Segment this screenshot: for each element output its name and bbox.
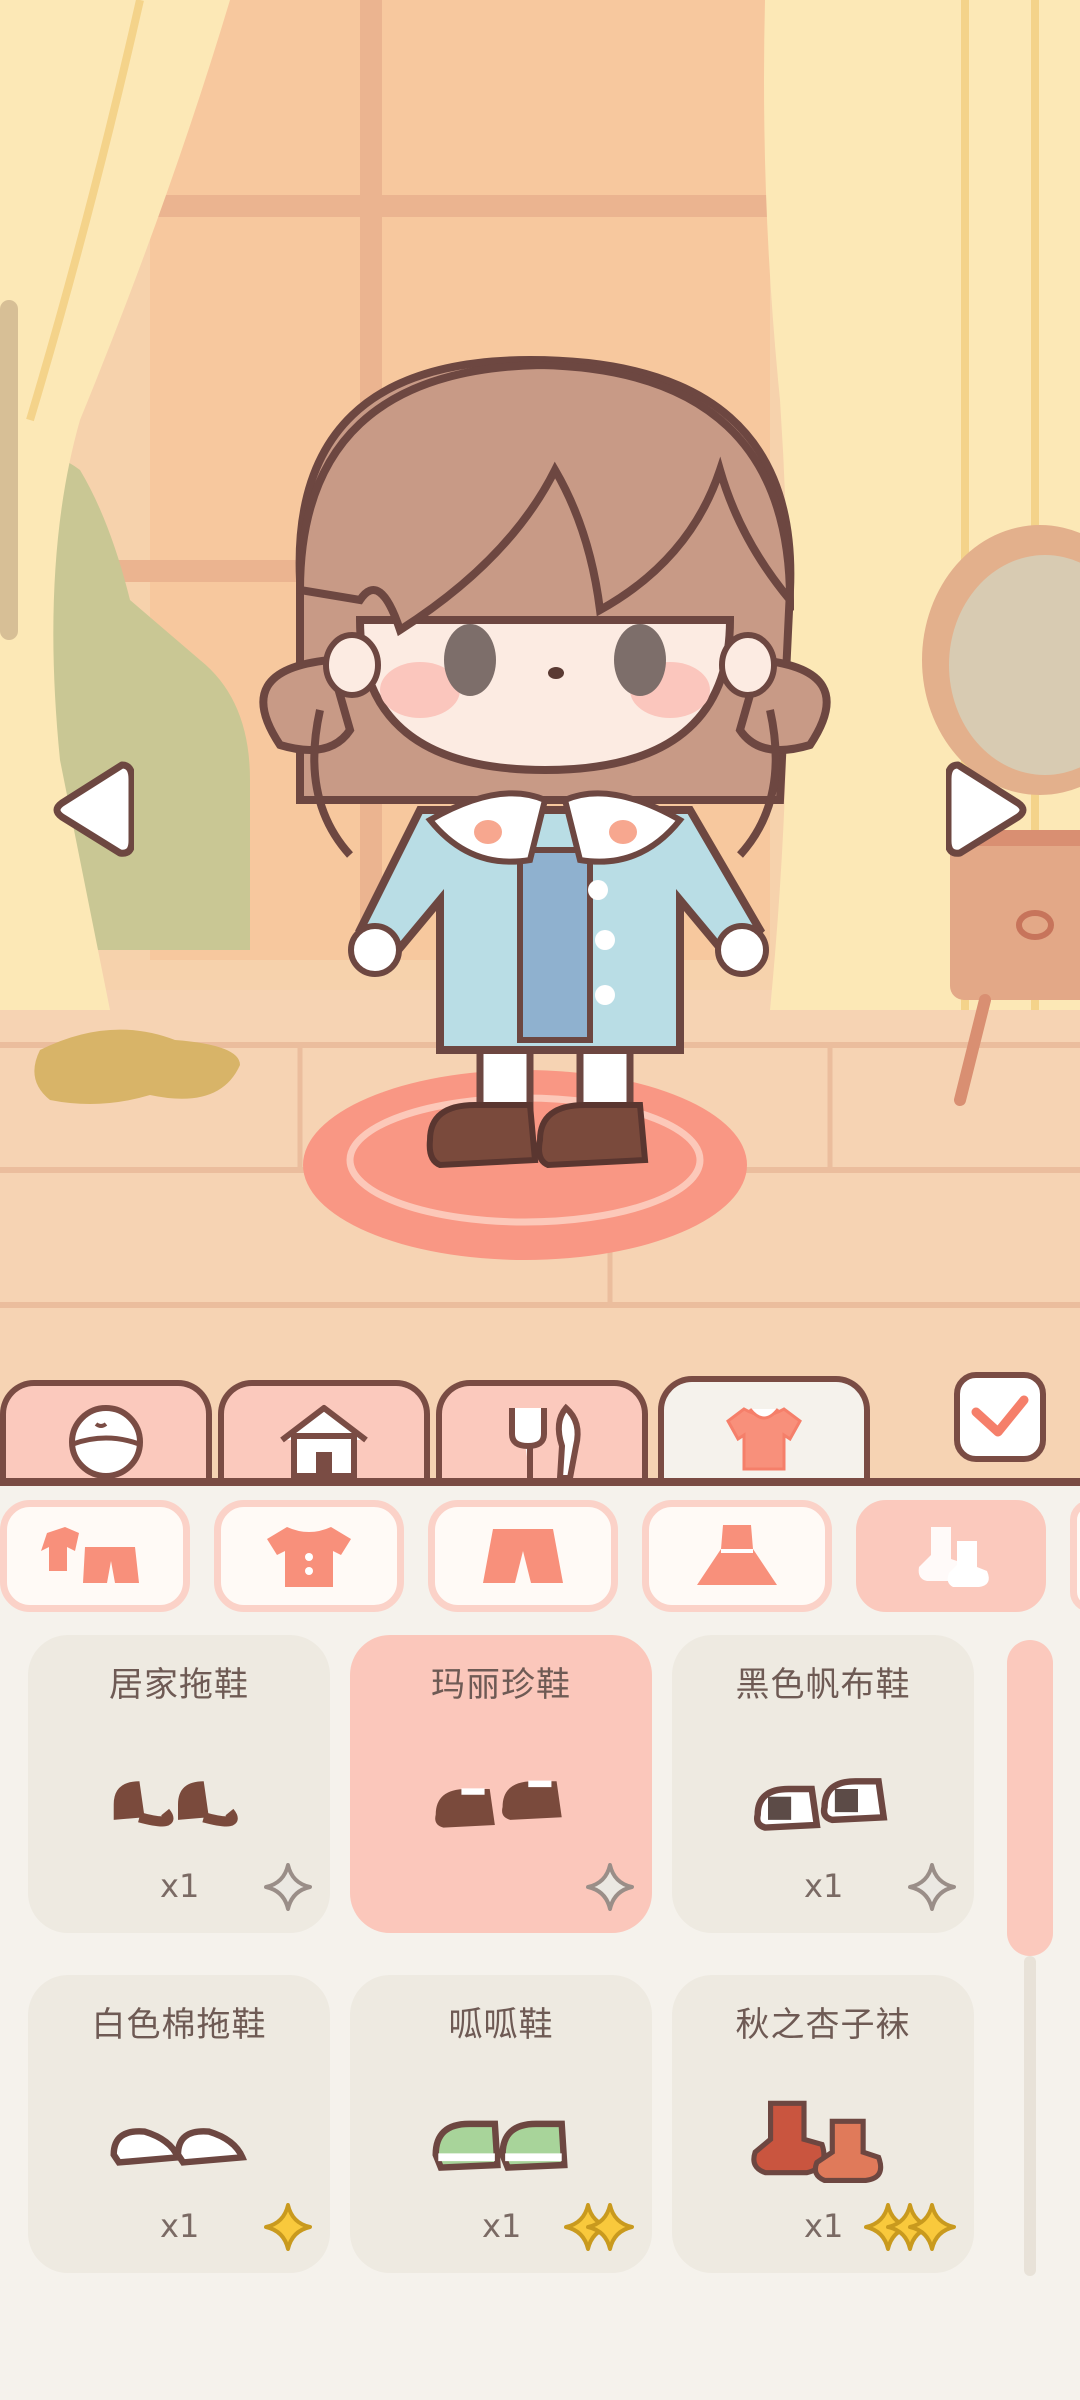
rarity-star-icon	[586, 1863, 634, 1911]
item-name: 玛丽珍鞋	[431, 1665, 571, 1705]
item-quantity: x1	[804, 2207, 844, 2245]
item-card[interactable]: 秋之杏子袜 x1	[672, 1975, 974, 2273]
rarity-star-icon	[264, 2203, 312, 2251]
shoe-icon	[410, 2093, 590, 2183]
check-icon	[971, 1395, 1029, 1437]
dress-icon	[697, 1525, 777, 1585]
item-name: 呱呱鞋	[448, 2005, 554, 2045]
subtab-top[interactable]	[214, 1500, 404, 1612]
scrollbar-track[interactable]	[1024, 1956, 1036, 2276]
previous-outfit-arrow-icon[interactable]	[50, 755, 136, 865]
item-name: 白色棉拖鞋	[91, 2005, 267, 2045]
shoe-icon	[88, 1753, 268, 1843]
rarity-star-icon	[264, 1863, 312, 1911]
item-quantity: x1	[160, 1867, 200, 1905]
room-background	[0, 0, 1080, 1480]
subtab-outfit-set[interactable]	[0, 1500, 190, 1612]
next-outfit-arrow-icon[interactable]	[944, 755, 1030, 865]
shoe-icon	[410, 1753, 590, 1843]
item-name: 居家拖鞋	[109, 1665, 249, 1705]
shorts-icon	[483, 1529, 563, 1583]
shoe-icon	[732, 1753, 912, 1843]
item-card[interactable]: 呱呱鞋 x1	[350, 1975, 652, 2273]
shirt-icon	[726, 1407, 802, 1471]
item-card[interactable]: 玛丽珍鞋	[350, 1635, 652, 1933]
item-card[interactable]: 居家拖鞋 x1	[28, 1635, 330, 1933]
item-quantity: x1	[160, 2207, 200, 2245]
tab-divider	[0, 1478, 1080, 1486]
rarity-star-icon	[564, 2203, 634, 2251]
item-card[interactable]: 白色棉拖鞋 x1	[28, 1975, 330, 2273]
rarity-star-icon	[908, 1863, 956, 1911]
subtab-socks[interactable]	[856, 1500, 1046, 1612]
fork-spoon-icon	[509, 1403, 581, 1481]
item-quantity: x1	[804, 1867, 844, 1905]
collapse-panel-button[interactable]	[954, 1372, 1046, 1462]
socks-icon	[918, 1527, 989, 1587]
subtab-shorts[interactable]	[428, 1500, 618, 1612]
face-icon	[69, 1405, 143, 1479]
top-icon	[267, 1527, 351, 1587]
shoe-icon	[732, 2093, 912, 2183]
item-name: 黑色帆布鞋	[735, 1665, 911, 1705]
dressing-room-scene	[0, 0, 1080, 1480]
house-icon	[280, 1405, 368, 1479]
shoe-icon	[88, 2093, 268, 2183]
item-card[interactable]: 黑色帆布鞋 x1	[672, 1635, 974, 1933]
subtab-dress[interactable]	[642, 1500, 832, 1612]
scrollbar-thumb[interactable]	[1007, 1640, 1053, 1956]
outfit-set-icon	[41, 1527, 139, 1583]
rarity-star-icon	[864, 2203, 956, 2251]
item-quantity: x1	[482, 2207, 522, 2245]
item-name: 秋之杏子袜	[735, 2005, 911, 2045]
subtab-partial[interactable]	[1070, 1500, 1080, 1612]
